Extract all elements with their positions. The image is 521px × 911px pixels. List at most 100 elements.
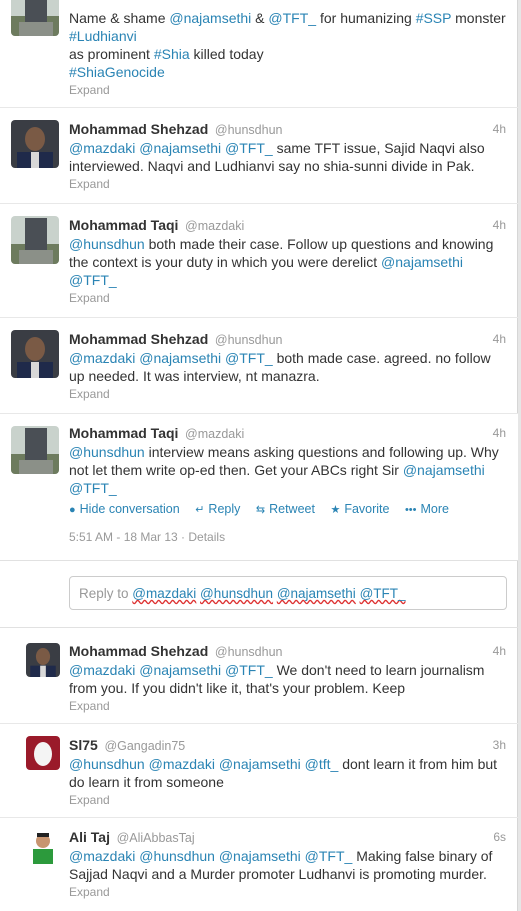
mention-link[interactable]: @najamsethi [403, 462, 485, 478]
user-fullname[interactable]: Mohammad Taqi [69, 217, 178, 233]
user-handle[interactable]: @hunsdhun [215, 645, 283, 659]
tweet-header: Ali Taj @AliAbbasTaj 6s [69, 829, 506, 845]
avatar[interactable] [26, 643, 60, 677]
reply-tweet-item[interactable]: Ali Taj @AliAbbasTaj 6s @mazdaki @hunsdh… [0, 818, 518, 911]
hide-conversation-label: Hide conversation [79, 502, 180, 516]
user-fullname[interactable]: Mohammad Taqi [69, 425, 178, 441]
mention-link[interactable]: @mazdaki [69, 350, 135, 366]
mention-link[interactable]: @najamsethi [381, 254, 463, 270]
tweet-content: Name & shame @najamsethi & @TFT_ for hum… [69, 7, 506, 98]
avatar[interactable] [11, 426, 59, 474]
speech-bubble-icon: ● [69, 504, 76, 516]
tweet-content: Mohammad Shehzad @hunsdhun 4h @mazdaki @… [69, 121, 506, 192]
tweet-timestamp[interactable]: 3h [493, 737, 506, 753]
expand-link[interactable]: Expand [69, 884, 506, 900]
reply-button[interactable]: ↵ Reply [195, 502, 240, 516]
mention-link[interactable]: @hunsdhun [69, 236, 145, 252]
tweet-content: Mohammad Taqi @mazdaki 4h @hunsdhun inte… [69, 425, 506, 544]
reply-arrow-icon: ↵ [195, 504, 205, 516]
reply-input[interactable]: Reply to @mazdaki @hunsdhun @najamsethi … [69, 576, 507, 610]
hashtag-link[interactable]: #ShiaGenocide [69, 64, 165, 80]
mention-link[interactable]: @TFT_ [225, 350, 273, 366]
retweet-icon: ⇆ [255, 504, 266, 516]
mention-link[interactable]: @TFT_ [268, 10, 316, 26]
mention-link[interactable]: @mazdaki [69, 848, 135, 864]
mention-link[interactable]: @najamsethi [219, 756, 301, 772]
hashtag-link[interactable]: #Ludhianvi [69, 28, 137, 44]
tweet-timestamp[interactable]: 4h [493, 643, 506, 659]
mention-link[interactable]: @TFT_ [225, 662, 273, 678]
tweet-item-expanded[interactable]: Mohammad Taqi @mazdaki 4h @hunsdhun inte… [0, 414, 518, 560]
expand-link[interactable]: Expand [69, 386, 506, 402]
hashtag-link[interactable]: #SSP [416, 10, 452, 26]
retweet-button[interactable]: ⇆ Retweet [256, 502, 315, 516]
avatar[interactable] [11, 120, 59, 168]
expand-link[interactable]: Expand [69, 290, 506, 306]
expand-link[interactable]: Expand [69, 698, 506, 714]
mention-link[interactable]: @najamsethi [169, 10, 251, 26]
mention-link[interactable]: @najamsethi [139, 350, 221, 366]
tweet-text: @mazdaki @najamsethi @TFT_ same TFT issu… [69, 140, 485, 174]
mention-link[interactable]: @najamsethi [139, 140, 221, 156]
expand-link[interactable]: Expand [69, 792, 506, 808]
tweet-item[interactable]: Mohammad Taqi @mazdaki 4h @hunsdhun both… [0, 204, 518, 318]
user-handle[interactable]: @hunsdhun [215, 123, 283, 137]
mention-link[interactable]: @TFT_ [225, 140, 273, 156]
mention-link[interactable]: @hunsdhun [139, 848, 215, 864]
tweet-meta[interactable]: 5:51 AM - 18 Mar 13 · Details [69, 530, 506, 544]
user-fullname[interactable]: Mohammad Shehzad [69, 643, 208, 659]
reply-mention: @najamsethi [276, 586, 356, 601]
mention-link[interactable]: @TFT_ [69, 480, 117, 496]
mention-link[interactable]: @najamsethi [219, 848, 301, 864]
mention-link[interactable]: @TFT_ [69, 272, 117, 288]
avatar[interactable] [11, 0, 59, 36]
more-button[interactable]: ••• More [405, 502, 449, 516]
tweet-timestamp[interactable]: 4h [493, 331, 506, 347]
mention-link[interactable]: @mazdaki [149, 756, 215, 772]
reply-mention: @hunsdhun [200, 586, 274, 601]
user-fullname[interactable]: Mohammad Shehzad [69, 331, 208, 347]
tweet-text: @hunsdhun interview means asking questio… [69, 444, 499, 496]
tweet-timestamp[interactable]: 6s [493, 829, 506, 845]
avatar[interactable] [11, 330, 59, 378]
divider [0, 560, 518, 561]
user-handle[interactable]: @AliAbbasTaj [117, 831, 195, 845]
avatar[interactable] [11, 216, 59, 264]
mention-link[interactable]: @TFT_ [305, 848, 353, 864]
tweet-item[interactable]: Mohammad Shehzad @hunsdhun 4h @mazdaki @… [0, 318, 518, 414]
avatar[interactable] [26, 736, 60, 770]
expand-link[interactable]: Expand [69, 82, 506, 98]
tweet-timestamp[interactable]: 4h [493, 217, 506, 233]
user-handle[interactable]: @hunsdhun [215, 333, 283, 347]
reply-label: Reply [208, 502, 241, 516]
tweet-timestamp[interactable]: 4h [493, 425, 506, 441]
reply-tweet-item[interactable]: Sl75 @Gangadin75 3h @hunsdhun @mazdaki @… [0, 724, 518, 818]
favorite-button[interactable]: ★ Favorite [330, 502, 389, 516]
tweet-content: Ali Taj @AliAbbasTaj 6s @mazdaki @hunsdh… [69, 829, 506, 900]
mention-link[interactable]: @hunsdhun [69, 444, 145, 460]
reply-prefix: Reply to [79, 586, 133, 601]
tweet-text: @hunsdhun both made their case. Follow u… [69, 236, 494, 288]
tweet-item[interactable]: Name & shame @najamsethi & @TFT_ for hum… [0, 0, 518, 108]
reply-tweet-item[interactable]: Mohammad Shehzad @hunsdhun 4h @mazdaki @… [0, 628, 518, 724]
user-fullname[interactable]: Sl75 [69, 737, 98, 753]
user-fullname[interactable]: Ali Taj [69, 829, 110, 845]
expand-link[interactable]: Expand [69, 176, 506, 192]
hashtag-link[interactable]: #Shia [154, 46, 190, 62]
avatar[interactable] [26, 830, 60, 864]
user-handle[interactable]: @Gangadin75 [104, 739, 185, 753]
star-icon: ★ [330, 504, 341, 516]
mention-link[interactable]: @mazdaki [69, 662, 135, 678]
tweet-text: @mazdaki @hunsdhun @najamsethi @TFT_ Mak… [69, 848, 493, 882]
mention-link[interactable]: @hunsdhun [69, 756, 145, 772]
mention-link[interactable]: @mazdaki [69, 140, 135, 156]
user-handle[interactable]: @mazdaki [185, 427, 244, 441]
user-handle[interactable]: @mazdaki [185, 219, 244, 233]
tweet-item[interactable]: Mohammad Shehzad @hunsdhun 4h @mazdaki @… [0, 108, 518, 204]
tweet-content: Mohammad Shehzad @hunsdhun 4h @mazdaki @… [69, 331, 506, 402]
mention-link[interactable]: @najamsethi [139, 662, 221, 678]
mention-link[interactable]: @tft_ [305, 756, 339, 772]
user-fullname[interactable]: Mohammad Shehzad [69, 121, 208, 137]
hide-conversation-button[interactable]: ● Hide conversation [69, 502, 180, 516]
tweet-timestamp[interactable]: 4h [493, 121, 506, 137]
